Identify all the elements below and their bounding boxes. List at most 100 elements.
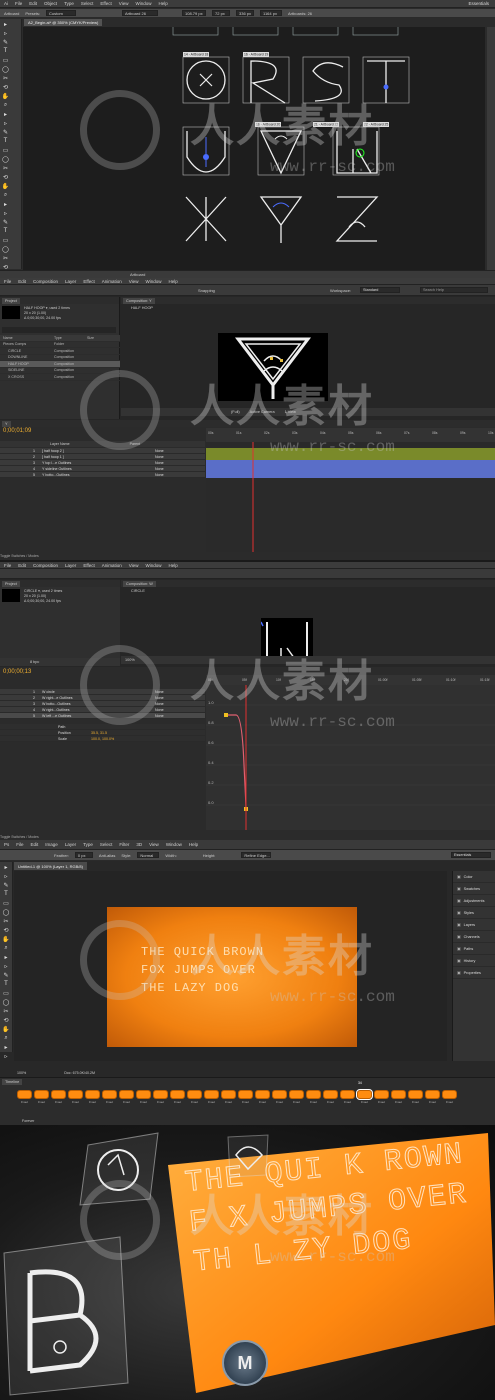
tool-icon[interactable]: ◯ <box>1 908 11 916</box>
tool-icon[interactable]: ✋ <box>1 92 10 100</box>
ps-doc-tab[interactable]: Untitled-1 @ 100% (Layer 1, RGB/8) <box>14 862 87 870</box>
tool-icon[interactable]: ▭ <box>1 989 11 997</box>
ae1-menu-item[interactable]: File <box>4 279 11 284</box>
tool-icon[interactable]: T <box>1 47 10 55</box>
ae1-layer-parent[interactable]: None <box>155 455 164 459</box>
ae1-menu-item[interactable]: Animation <box>102 279 122 284</box>
tool-icon[interactable]: ▸ <box>1 200 10 208</box>
ae2-menu-item[interactable]: Layer <box>65 563 76 568</box>
ps-timeline-frame[interactable]: 34 0 sec <box>356 1081 373 1104</box>
ps-timeline-frame[interactable]: 0 sec <box>424 1090 441 1104</box>
ae2-time-ruler[interactable]: 00f 05f 10f 15f 20f 01:00f 01:05f 01:10f 01:15f <box>206 675 495 685</box>
tool-icon[interactable]: ⟲ <box>1 1016 11 1024</box>
ps-frame-time[interactable]: 0 sec <box>378 1100 385 1104</box>
tool-icon[interactable]: ✎ <box>1 218 10 226</box>
ae1-layer-parent[interactable]: None <box>155 449 164 453</box>
ps-frame-time[interactable]: 0 sec <box>327 1100 334 1104</box>
tool-icon[interactable]: ▹ <box>1 29 10 37</box>
ae1-timecode[interactable]: 0;00;01;09 <box>3 428 31 434</box>
ps-side-panel-item[interactable]: ▣ History <box>453 955 495 967</box>
tool-icon[interactable]: ◯ <box>1 245 10 253</box>
photoshop-menu-item[interactable]: Help <box>189 842 198 847</box>
photoshop-menu-item[interactable]: Edit <box>31 842 39 847</box>
ai-artboard-name[interactable]: Artboard 26 <box>122 10 159 16</box>
photoshop-menu-item[interactable]: File <box>16 842 23 847</box>
illustrator-menu-item[interactable]: File <box>15 1 22 6</box>
tool-icon[interactable]: ⟲ <box>1 926 11 934</box>
ps-timeline-frame[interactable]: 0 sec <box>254 1090 271 1104</box>
artboard-frame[interactable] <box>302 56 350 104</box>
tool-icon[interactable]: ✂ <box>1 1007 11 1015</box>
ps-antialias[interactable]: Anti-alias <box>99 853 115 858</box>
ae2-bpc[interactable]: 8 bpc <box>30 660 39 664</box>
ae2-property-value[interactable]: 100.0, 100.0% <box>91 737 114 741</box>
photoshop-menu-item[interactable]: Filter <box>119 842 129 847</box>
ae1-snapping[interactable]: Snapping <box>198 288 215 293</box>
ps-frame-time[interactable]: 0 sec <box>208 1100 215 1104</box>
ps-side-panel-item[interactable]: ▣ Styles <box>453 907 495 919</box>
tool-icon[interactable]: T <box>1 980 11 988</box>
ps-timeline-frame[interactable]: 0 sec <box>152 1090 169 1104</box>
illustrator-menu-item[interactable]: Select <box>81 1 94 6</box>
ps-style-select[interactable]: Normal <box>137 852 160 858</box>
ae2-zoom[interactable]: 100% <box>125 658 135 662</box>
ps-frame-time[interactable]: 0 sec <box>259 1100 266 1104</box>
ps-timeline-frame[interactable]: 0 sec <box>169 1090 186 1104</box>
ps-side-panel-item[interactable]: ▣ Layers <box>453 919 495 931</box>
ae1-search-help[interactable]: Search Help <box>420 287 488 293</box>
ae2-timecode[interactable]: 0;00;00;13 <box>3 669 31 675</box>
ae2-layer-parent[interactable]: None <box>155 714 164 718</box>
ai-h-field[interactable]: 72 px <box>212 10 231 16</box>
tool-icon[interactable]: ▹ <box>1 872 11 880</box>
tool-icon[interactable]: ▸ <box>1 110 10 118</box>
tool-icon[interactable]: ✋ <box>1 182 10 190</box>
tool-icon[interactable]: ⌕ <box>1 1034 11 1042</box>
ps-frame-time[interactable]: 0 sec <box>21 1100 28 1104</box>
artboard-frame[interactable] <box>352 18 399 36</box>
ai-w-field[interactable]: 108.79 px <box>182 10 207 16</box>
tool-icon[interactable]: ▹ <box>1 119 10 127</box>
ps-refine-edge[interactable]: Refine Edge... <box>241 852 272 858</box>
tool-icon[interactable]: ⟲ <box>1 83 10 91</box>
tool-icon[interactable]: ▹ <box>1 209 10 217</box>
ps-frame-time[interactable]: 0 sec <box>191 1100 198 1104</box>
ps-timeline-frame[interactable]: 0 sec <box>203 1090 220 1104</box>
tool-icon[interactable]: ✋ <box>1 935 11 943</box>
ae1-menu-item[interactable]: Help <box>168 279 177 284</box>
ps-timeline-frame[interactable]: 0 sec <box>186 1090 203 1104</box>
glyph-t[interactable] <box>367 60 405 103</box>
ai-x-field[interactable]: 336 px <box>236 10 255 16</box>
ae1-project-search[interactable] <box>2 327 116 333</box>
ae2-menu-item[interactable]: Window <box>145 563 161 568</box>
ae2-layer-parent[interactable]: None <box>155 702 164 706</box>
tool-icon[interactable]: ▭ <box>1 236 10 244</box>
ae1-layer-parent[interactable]: None <box>155 467 164 471</box>
ps-timeline-frame[interactable]: 0 sec <box>288 1090 305 1104</box>
ps-side-panel-item[interactable]: ▣ Paths <box>453 943 495 955</box>
ai-canvas[interactable]: 14 - Artboard 18 16 - Artboard 19 16 - Art… <box>23 18 485 270</box>
ps-timeline-frame[interactable]: 0 sec <box>84 1090 101 1104</box>
ai-preset-select[interactable]: Custom <box>46 10 77 16</box>
ae2-footer[interactable]: Toggle Switches / Modes <box>0 835 39 839</box>
ae1-menu-item[interactable]: Edit <box>18 279 26 284</box>
tool-icon[interactable]: ▹ <box>1 962 11 970</box>
illustrator-menu-item[interactable]: Type <box>64 1 74 6</box>
glyph-z[interactable] <box>335 196 379 242</box>
tool-icon[interactable]: ◯ <box>1 998 11 1006</box>
illustrator-menu-item[interactable]: View <box>119 1 129 6</box>
ps-frame-time[interactable]: 0 sec <box>446 1100 453 1104</box>
tool-icon[interactable]: ▸ <box>1 953 11 961</box>
ae2-menu-item[interactable]: Composition <box>33 563 58 568</box>
ae1-project-tab[interactable]: Project <box>2 297 20 304</box>
ps-timeline-frame[interactable]: 0 sec <box>339 1090 356 1104</box>
ae1-menu-item[interactable]: Window <box>145 279 161 284</box>
photoshop-menu-item[interactable]: Type <box>83 842 93 847</box>
illustrator-menu-item[interactable]: Edit <box>29 1 37 6</box>
ps-loop-select[interactable]: Forever <box>22 1119 34 1123</box>
ps-frame-time[interactable]: 0 sec <box>310 1100 317 1104</box>
ae2-comp-tab[interactable]: Composition: W <box>123 580 156 587</box>
ae2-menu-item[interactable]: File <box>4 563 11 568</box>
glyph-w[interactable] <box>336 131 378 174</box>
ps-timeline-frame[interactable]: 0 sec <box>305 1090 322 1104</box>
ae2-menu-item[interactable]: Edit <box>18 563 26 568</box>
